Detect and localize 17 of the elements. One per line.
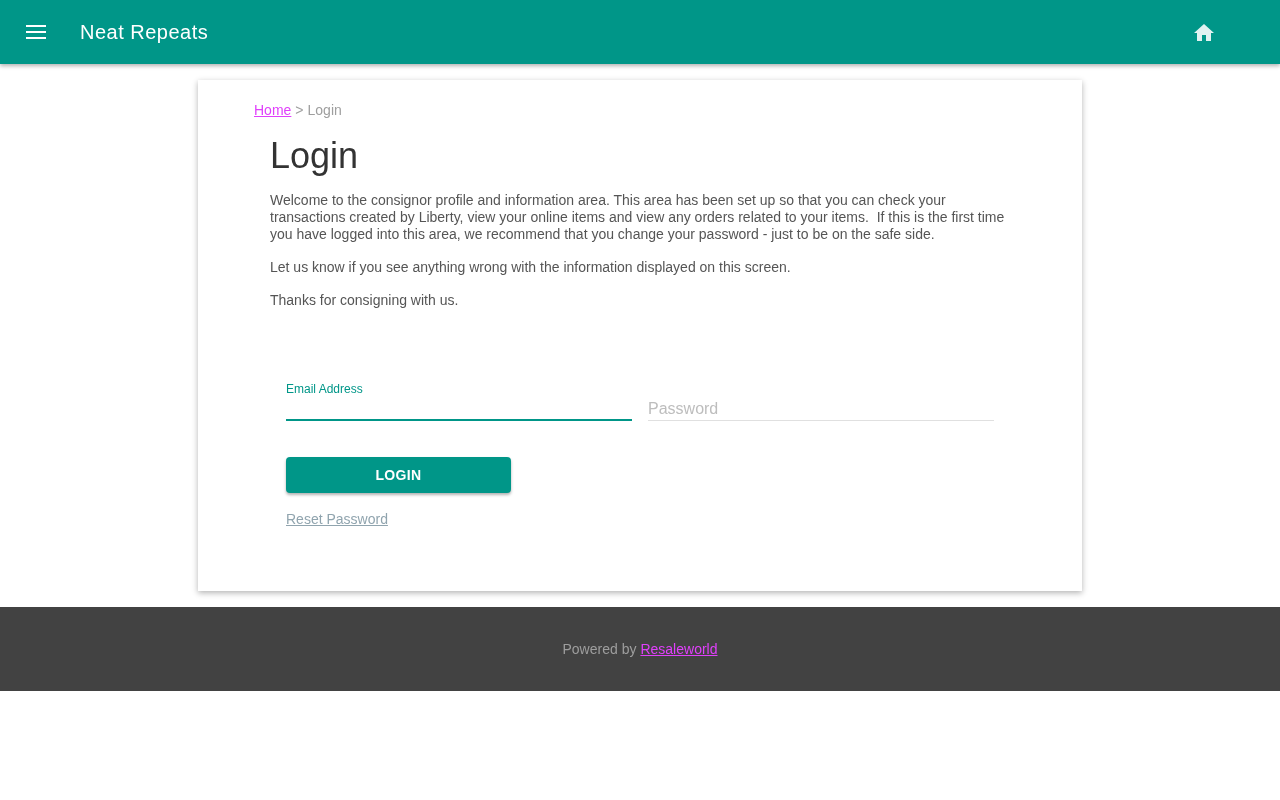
page-heading: Login [270,136,360,176]
footer-text: Powered by [562,640,637,659]
login-button[interactable]: LOGIN [286,457,511,493]
intro-paragraph: Thanks for consigning with us. [270,292,460,309]
home-icon [1194,23,1214,41]
intro-paragraph: Welcome to the consignor profile and information area. This area has been set up so that you can check your transactions created by Liberty, view your online items and view any orders related to your items. If this is the first time you have logged into this area, we recommend that you change your password - just to be on the safe side. [270,192,1006,243]
breadcrumb-link[interactable]: Home [254,100,292,120]
menu-icon [26,25,46,39]
intro-paragraph: Let us know if you see anything wrong with the information displayed on this screen. [270,259,792,276]
field-placeholder: Password [648,399,719,419]
breadcrumb-current: Login [307,101,342,120]
field-label: Email Address [286,381,363,397]
reset-password-link[interactable]: Reset Password [286,511,388,527]
password-field[interactable]: Password [648,397,994,421]
breadcrumb-separator: > [295,101,304,120]
app-title: Neat Repeats [80,20,209,45]
footer-link[interactable]: Resaleworld [640,639,718,659]
